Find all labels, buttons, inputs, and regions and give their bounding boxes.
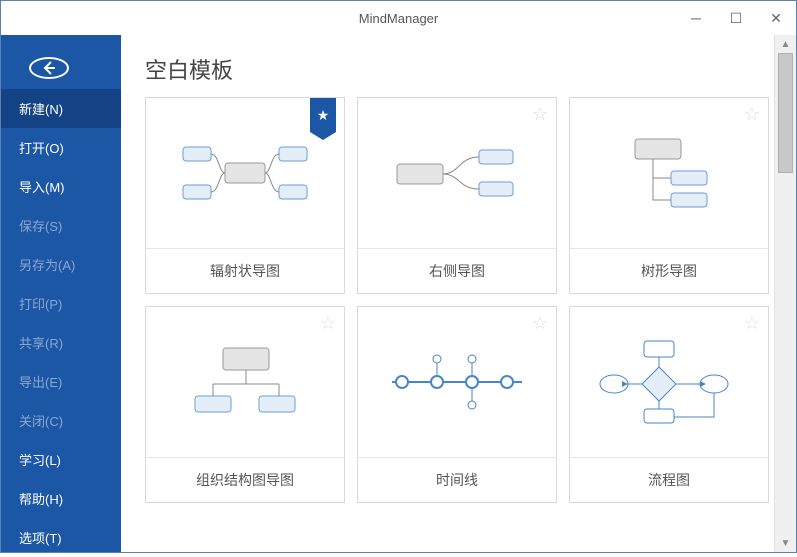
close-button[interactable]: ✕: [756, 1, 796, 35]
sidebar-item-8[interactable]: 关闭(C): [1, 401, 121, 440]
scroll-up-icon[interactable]: ▲: [775, 35, 796, 53]
arrow-left-icon: [40, 59, 58, 77]
sidebar-item-4[interactable]: 另存为(A): [1, 245, 121, 284]
minimize-button[interactable]: ─: [676, 1, 716, 35]
content-area: 空白模板 ★ 辐射状导图 ☆ 右侧导图 ☆ 树形导图 ☆ 组织结构图导图 ☆ 时间线 ☆ 流程图 ▲ …: [121, 35, 796, 552]
titlebar: MindManager ─ ☐ ✕: [1, 1, 796, 35]
template-card-5[interactable]: ☆ 流程图: [569, 306, 769, 503]
sidebar-item-7[interactable]: 导出(E): [1, 362, 121, 401]
favorite-star-icon[interactable]: ☆: [532, 104, 548, 125]
template-label: 组织结构图导图: [146, 457, 344, 502]
template-label: 时间线: [358, 457, 556, 502]
star-icon: ★: [317, 107, 330, 124]
template-preview: ☆: [358, 307, 556, 457]
template-card-3[interactable]: ☆ 组织结构图导图: [145, 306, 345, 503]
template-card-4[interactable]: ☆ 时间线: [357, 306, 557, 503]
section-title: 空白模板: [145, 53, 750, 85]
sidebar-item-10[interactable]: 帮助(H): [1, 479, 121, 518]
template-label: 树形导图: [570, 248, 768, 293]
sidebar-item-11[interactable]: 选项(T): [1, 518, 121, 557]
scroll-down-icon[interactable]: ▼: [775, 534, 796, 552]
favorite-star-icon[interactable]: ☆: [532, 313, 548, 334]
sidebar-item-2[interactable]: 导入(M): [1, 167, 121, 206]
sidebar-item-9[interactable]: 学习(L): [1, 440, 121, 479]
sidebar-item-5[interactable]: 打印(P): [1, 284, 121, 323]
template-card-0[interactable]: ★ 辐射状导图: [145, 97, 345, 294]
favorite-star-icon[interactable]: ☆: [744, 104, 760, 125]
window-controls: ─ ☐ ✕: [676, 1, 796, 35]
app-window: MindManager ─ ☐ ✕ 新建(N)打开(O)导入(M)保存(S)另存…: [0, 0, 797, 553]
template-preview: ☆: [570, 307, 768, 457]
scrollbar[interactable]: ▲ ▼: [774, 35, 796, 552]
template-card-1[interactable]: ☆ 右侧导图: [357, 97, 557, 294]
template-label: 辐射状导图: [146, 248, 344, 293]
sidebar-item-6[interactable]: 共享(R): [1, 323, 121, 362]
content-inner: 空白模板 ★ 辐射状导图 ☆ 右侧导图 ☆ 树形导图 ☆ 组织结构图导图 ☆ 时间线 ☆ 流程图: [121, 35, 774, 552]
template-preview: ☆: [358, 98, 556, 248]
template-preview: ☆: [570, 98, 768, 248]
sidebar-item-1[interactable]: 打开(O): [1, 128, 121, 167]
scroll-track[interactable]: [775, 53, 796, 534]
template-preview: ☆: [146, 307, 344, 457]
main-area: 新建(N)打开(O)导入(M)保存(S)另存为(A)打印(P)共享(R)导出(E…: [1, 35, 796, 552]
template-grid: ★辐射状导图☆右侧导图☆树形导图☆组织结构图导图☆时间线☆流程图: [145, 97, 750, 503]
sidebar-item-3[interactable]: 保存(S): [1, 206, 121, 245]
template-preview: ★: [146, 98, 344, 248]
scroll-thumb[interactable]: [778, 53, 793, 173]
template-label: 右侧导图: [358, 248, 556, 293]
app-title: MindManager: [359, 11, 439, 26]
featured-ribbon: ★: [310, 98, 336, 132]
back-button[interactable]: [29, 57, 69, 79]
favorite-star-icon[interactable]: ☆: [744, 313, 760, 334]
sidebar-item-0[interactable]: 新建(N): [1, 89, 121, 128]
favorite-star-icon[interactable]: ☆: [320, 313, 336, 334]
template-card-2[interactable]: ☆ 树形导图: [569, 97, 769, 294]
sidebar: 新建(N)打开(O)导入(M)保存(S)另存为(A)打印(P)共享(R)导出(E…: [1, 35, 121, 552]
template-label: 流程图: [570, 457, 768, 502]
maximize-button[interactable]: ☐: [716, 1, 756, 35]
